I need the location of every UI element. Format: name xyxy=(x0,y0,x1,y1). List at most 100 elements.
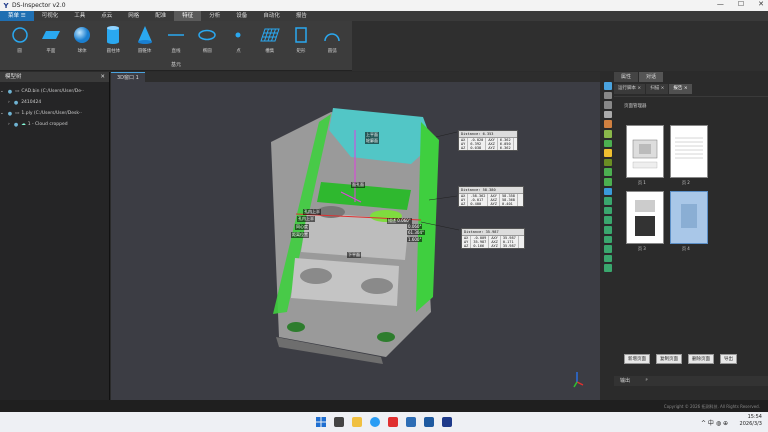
label-hole-upper-1: 孔内上半 xyxy=(303,209,321,215)
eye-icon[interactable]: ● xyxy=(14,100,18,106)
menu-visualize[interactable]: 可视化 xyxy=(34,11,67,21)
copy-page-button[interactable]: 复制页面 xyxy=(656,354,682,364)
label-hole-upper-2: 孔内上半 xyxy=(297,216,315,222)
cloud-icon[interactable] xyxy=(604,216,612,224)
layer-icon[interactable] xyxy=(604,120,612,128)
tab-scan[interactable]: 扫描 × xyxy=(646,84,669,94)
minimize-button[interactable]: — xyxy=(717,0,724,8)
app-icon[interactable] xyxy=(406,417,416,427)
menu-report[interactable]: 报告 xyxy=(288,11,315,21)
menu-automation[interactable]: 自动化 xyxy=(255,11,288,21)
color-icon[interactable] xyxy=(604,139,612,148)
rectangle-icon xyxy=(295,27,307,43)
terrain-icon[interactable] xyxy=(604,158,612,167)
tab-report[interactable]: 报告 × xyxy=(669,84,692,94)
page-thumbnail-1[interactable] xyxy=(626,125,664,178)
file-explorer-icon[interactable] xyxy=(352,417,362,427)
settings-icon[interactable] xyxy=(604,254,612,263)
view-icon[interactable] xyxy=(604,82,612,90)
align-icon[interactable] xyxy=(604,225,612,234)
menu-features[interactable]: 特征 xyxy=(174,11,202,21)
tool-cylinder[interactable]: 圆柱体 xyxy=(98,24,129,54)
distance-box-1: Distance: 6.353 ΔX -0.020 ΔXY 6.362 ΔY 6.392… xyxy=(458,130,518,151)
rotate-icon[interactable] xyxy=(604,101,612,109)
3d-viewport[interactable] xyxy=(111,82,600,400)
tool-slot-set[interactable]: 槽集 xyxy=(254,24,285,54)
chevron-down-icon[interactable]: ⌄ xyxy=(0,111,4,116)
arc-icon xyxy=(324,33,341,42)
tree-item-ply-child[interactable]: › ● ☁ 1 - Cloud cropped xyxy=(0,119,109,130)
eye-icon[interactable]: ● xyxy=(8,111,12,117)
task-view-icon[interactable] xyxy=(334,417,344,427)
output-panel-header[interactable]: 输出 ᵖ xyxy=(614,376,768,386)
tab-dialog[interactable]: 对话 xyxy=(639,72,664,82)
tab-3d-window-1[interactable]: 3D窗口 1 xyxy=(111,72,145,82)
page-thumbnail-3[interactable] xyxy=(626,191,664,244)
model-tree-title: 模型树 xyxy=(5,74,22,80)
menu-device[interactable]: 设备 xyxy=(228,11,255,21)
tool-plane[interactable]: 平面 xyxy=(35,24,66,54)
chat-icon[interactable] xyxy=(424,417,434,427)
distance-box-2: Distance: 58.380 ΔX -58.362 ΔXY 58.358 ΔY -0… xyxy=(458,186,524,207)
label-bottom-plane: 下平面 xyxy=(347,252,361,258)
report-icon[interactable] xyxy=(604,245,612,253)
add-page-button[interactable]: 新增页面 xyxy=(624,354,650,364)
page-manager-title: 页面管理器 xyxy=(624,104,647,109)
menu-analysis[interactable]: 分析 xyxy=(201,11,228,21)
tool-circle[interactable]: 圆 xyxy=(4,24,35,54)
menu-pointcloud[interactable]: 点云 xyxy=(93,11,120,21)
screen-icon[interactable] xyxy=(604,110,612,119)
tab-run-script[interactable]: 运行脚本 × xyxy=(614,84,646,94)
windows-start-icon[interactable] xyxy=(316,417,326,427)
chevron-right-icon[interactable]: › xyxy=(8,122,10,127)
delete-page-button[interactable]: 删除页面 xyxy=(688,354,714,364)
page-thumbnail-4[interactable] xyxy=(670,191,708,244)
label-angle-1: 0.060° xyxy=(407,224,423,229)
page-thumbnail-2[interactable] xyxy=(670,125,708,178)
eye-icon[interactable]: ● xyxy=(14,122,18,128)
tool-ellipse[interactable]: 椭圆 xyxy=(192,24,223,54)
edge-browser-icon[interactable] xyxy=(370,417,380,427)
label-angle-3: 1.600° xyxy=(407,237,423,242)
ds-inspector-taskbar-icon[interactable] xyxy=(442,417,452,427)
chevron-right-icon[interactable]: › xyxy=(8,100,10,105)
menu-bar: 菜单 ☰ 可视化 工具 点云 网格 配准 特征 分析 设备 自动化 报告 xyxy=(0,11,768,21)
tool-line[interactable]: 直线 xyxy=(160,24,191,54)
menu-tools[interactable]: 工具 xyxy=(66,11,93,21)
label-contour-face: 轮廓面 xyxy=(365,138,379,144)
cube-icon[interactable] xyxy=(604,168,612,176)
export-icon[interactable] xyxy=(604,264,612,272)
cursor-icon[interactable] xyxy=(604,149,612,157)
ellipse-icon xyxy=(198,29,216,41)
section-icon[interactable] xyxy=(604,235,612,244)
tool-sphere[interactable]: 球体 xyxy=(67,24,98,54)
cone-icon xyxy=(137,26,152,44)
system-tray[interactable]: ^ 中 ◍ ⊕ xyxy=(701,418,728,427)
filter-icon[interactable] xyxy=(604,197,612,205)
pin-icon[interactable]: ᵖ xyxy=(646,378,648,384)
export-button[interactable]: 导出 xyxy=(720,354,737,364)
clock[interactable]: 15:54 2026/3/3 xyxy=(740,414,762,428)
chart-icon[interactable] xyxy=(604,187,612,196)
wps-icon[interactable] xyxy=(388,417,398,427)
model-tree-close-icon[interactable]: ✕ xyxy=(100,72,105,82)
tool-cone[interactable]: 圆锥体 xyxy=(129,24,160,54)
select-icon[interactable] xyxy=(604,91,612,100)
tool-arc[interactable]: 圆弧 xyxy=(317,24,348,54)
tab-properties[interactable]: 属性 xyxy=(614,72,639,82)
tool-point[interactable]: 点 xyxy=(223,24,254,54)
surface-icon[interactable] xyxy=(604,177,612,186)
maximize-button[interactable]: ☐ xyxy=(738,0,744,8)
menu-registration[interactable]: 配准 xyxy=(147,11,174,21)
tool-rectangle[interactable]: 矩形 xyxy=(285,24,316,54)
mesh-icon[interactable] xyxy=(604,206,612,215)
measure-icon[interactable] xyxy=(604,129,612,138)
menu-main[interactable]: 菜单 ☰ xyxy=(0,11,34,21)
tree-item-cad-child[interactable]: › ● 2410424 xyxy=(0,97,109,108)
tree-item-cad[interactable]: ⌄ ● ▭ CAD.bin (C:/Users/User/De·· xyxy=(0,86,109,97)
tree-item-ply[interactable]: ⌄ ● ▭ 1.ply (C:/Users/User/Desk·· xyxy=(0,108,109,119)
eye-icon[interactable]: ● xyxy=(8,89,12,95)
close-button[interactable]: ✕ xyxy=(758,0,764,8)
chevron-down-icon[interactable]: ⌄ xyxy=(0,89,4,94)
menu-mesh[interactable]: 网格 xyxy=(120,11,147,21)
